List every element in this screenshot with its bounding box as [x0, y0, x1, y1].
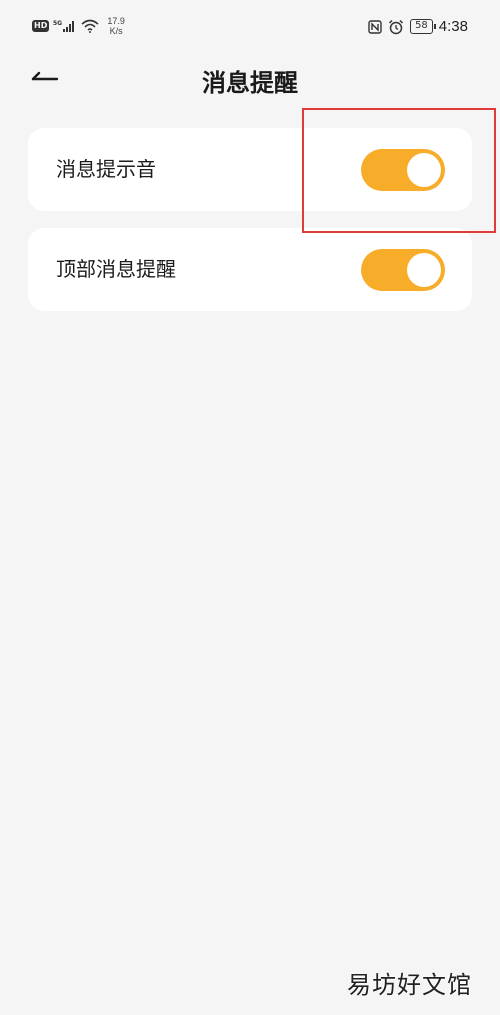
- setting-label-notification-sound: 消息提示音: [56, 157, 156, 181]
- status-left: HD 5G 17.9 K/s: [32, 16, 125, 36]
- svg-text:5G: 5G: [53, 20, 62, 27]
- nfc-icon: [368, 19, 382, 34]
- alarm-icon: [389, 19, 404, 34]
- network-speed-unit: K/s: [109, 26, 123, 36]
- header: 消息提醒: [0, 55, 500, 105]
- network-speed-value: 17.9: [107, 16, 125, 26]
- status-bar: HD 5G 17.9 K/s 58 4:38: [0, 0, 500, 50]
- watermark: 易坊好文馆: [347, 971, 472, 999]
- highlight-annotation-box: [302, 108, 496, 233]
- status-time: 4:38: [438, 18, 468, 35]
- network-speed: 17.9 K/s: [107, 16, 125, 36]
- setting-card-top-notification: 顶部消息提醒: [28, 228, 472, 311]
- battery-indicator: 58: [410, 19, 436, 34]
- toggle-knob: [407, 253, 441, 287]
- signal-5g-icon: 5G: [53, 20, 75, 32]
- wifi-icon: [81, 19, 99, 33]
- setting-label-top-notification: 顶部消息提醒: [56, 257, 176, 281]
- top-notification-toggle[interactable]: [361, 249, 445, 291]
- hd-badge: HD: [32, 20, 50, 32]
- page-title: 消息提醒: [202, 69, 298, 97]
- status-right: 58 4:38: [368, 18, 468, 35]
